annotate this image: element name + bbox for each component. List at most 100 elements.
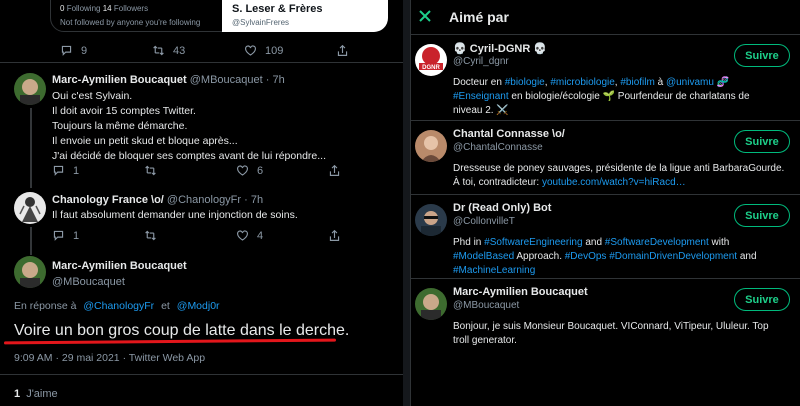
- thread-line: [30, 108, 32, 188]
- bio-link[interactable]: #ModelBased: [453, 251, 514, 262]
- retweet-button[interactable]: 43: [152, 44, 244, 57]
- thread-line: [30, 227, 32, 255]
- like-button[interactable]: 4: [236, 229, 328, 242]
- reply-button[interactable]: 1: [52, 164, 144, 177]
- bio-text: and: [582, 237, 605, 248]
- bio-text: en biologie/écologie 🌱 Pourfendeur de ch…: [508, 91, 750, 102]
- tweet-line: Oui c'est Sylvain.: [52, 90, 133, 102]
- heart-icon: [237, 230, 248, 241]
- bio-link[interactable]: youtube.com/watch?v=hiRacd…: [542, 177, 686, 188]
- divider: [411, 34, 800, 35]
- followers-count: 14: [102, 4, 112, 13]
- bio-link[interactable]: @univamu: [666, 77, 714, 88]
- close-icon[interactable]: [417, 8, 433, 24]
- tweet-author-name: Chanology France \o/: [52, 194, 164, 206]
- follow-button[interactable]: Suivre: [734, 288, 790, 311]
- follow-button[interactable]: Suivre: [734, 204, 790, 227]
- tweet-actions: 1 6: [52, 164, 358, 177]
- reply-count: 1: [73, 164, 80, 177]
- like-count: 109: [265, 44, 284, 57]
- reply-icon: [53, 165, 64, 176]
- divider: [0, 62, 403, 63]
- avatar[interactable]: [14, 192, 46, 224]
- bio-link[interactable]: #DomainDrivenDevelopment: [609, 251, 737, 262]
- user-bio: Bonjour, je suis Monsieur Boucaquet. VIC…: [453, 320, 789, 348]
- user-name[interactable]: Dr (Read Only) Bot: [453, 202, 551, 214]
- like-count: 6: [257, 164, 264, 177]
- dialog-header: Aimé par: [411, 0, 800, 36]
- mention-link[interactable]: @Modj0r: [177, 300, 220, 312]
- followers-label: Followers: [113, 4, 149, 13]
- user-bio: Dresseuse de poney sauvages, présidente …: [453, 162, 789, 190]
- tweet-body: Oui c'est Sylvain. Il doit avoir 15 comp…: [52, 89, 326, 164]
- bio-line: #Enseignant en biologie/écologie 🌱 Pourf…: [453, 90, 789, 104]
- share-button[interactable]: [328, 164, 358, 177]
- bio-line: Docteur en #biologie, #microbiologie, #b…: [453, 76, 789, 90]
- user-handle[interactable]: @MBoucaquet: [453, 300, 519, 311]
- likes-label: J'aime: [26, 388, 58, 400]
- profile-card-name: S. Leser & Frères: [232, 3, 323, 15]
- bio-text: troll generator.: [453, 335, 517, 346]
- bio-text: with: [708, 237, 730, 248]
- mention-link[interactable]: @ChanologyFr: [83, 300, 154, 312]
- bio-line: niveau 2. ⚔️: [453, 104, 789, 118]
- heart-icon: [245, 45, 256, 56]
- retweet-icon: [153, 45, 164, 56]
- bio-link[interactable]: #microbiologie: [550, 77, 614, 88]
- bio-link[interactable]: #SoftwareDevelopment: [605, 237, 709, 248]
- like-button[interactable]: 6: [236, 164, 328, 177]
- tweet-author[interactable]: Marc-Aymilien Boucaquet @MBoucaquet · 7h: [52, 74, 285, 86]
- bio-link[interactable]: #biofilm: [620, 77, 654, 88]
- bio-link[interactable]: #DevOps: [565, 251, 607, 262]
- tweet-author-name: Marc-Aymilien Boucaquet: [52, 74, 187, 86]
- follow-button[interactable]: Suivre: [734, 44, 790, 67]
- tweet-author[interactable]: Chanology France \o/ @ChanologyFr · 7h: [52, 194, 263, 206]
- bio-line: Bonjour, je suis Monsieur Boucaquet. VIC…: [453, 320, 789, 334]
- bio-text: à: [654, 77, 666, 88]
- bio-text: Bonjour, je suis Monsieur Boucaquet. VIC…: [453, 321, 769, 332]
- profile-card-handle: @SylvainFreres: [232, 18, 290, 27]
- user-name[interactable]: 💀 Cyril-DGNR 💀: [453, 42, 547, 55]
- likes-summary[interactable]: 1 J'aime: [14, 388, 58, 400]
- reply-button[interactable]: 1: [52, 229, 144, 242]
- tweet-body: Il faut absolument demander une injoncti…: [52, 208, 298, 223]
- reply-and: et: [161, 300, 170, 312]
- tweet-line: Il faut absolument demander une injoncti…: [52, 209, 298, 221]
- profile-card[interactable]: S. Leser & Frères @SylvainFreres: [222, 0, 388, 32]
- avatar[interactable]: [415, 204, 447, 236]
- user-name[interactable]: Marc-Aymilien Boucaquet: [453, 286, 588, 298]
- bio-text: Approach.: [514, 251, 565, 262]
- retweet-button[interactable]: [144, 164, 236, 177]
- share-icon: [329, 229, 340, 241]
- follow-button[interactable]: Suivre: [734, 130, 790, 153]
- bio-link[interactable]: #Enseignant: [453, 91, 509, 102]
- user-name[interactable]: Chantal Connasse \o/: [453, 128, 565, 140]
- reply-button[interactable]: 9: [60, 44, 152, 57]
- main-tweet-meta[interactable]: 9:09 AM · 29 mai 2021 · Twitter Web App: [14, 352, 205, 364]
- share-button[interactable]: [328, 229, 358, 242]
- like-button[interactable]: 109: [244, 44, 336, 57]
- avatar[interactable]: [14, 73, 46, 105]
- bio-link[interactable]: #SoftwareEngineering: [484, 237, 582, 248]
- like-count: 4: [257, 229, 264, 242]
- avatar[interactable]: DGNR: [415, 44, 447, 76]
- avatar[interactable]: [415, 130, 447, 162]
- share-button[interactable]: [336, 44, 366, 57]
- bio-text: Phd in: [453, 237, 485, 248]
- bio-text: niveau 2. ⚔️: [453, 105, 509, 116]
- user-handle[interactable]: @CollonvilleT: [453, 216, 515, 227]
- divider: [411, 120, 800, 121]
- reply-prefix: En réponse à: [14, 300, 77, 312]
- tweet-handle-time: @ChanologyFr · 7h: [166, 194, 264, 206]
- bio-link[interactable]: #MachineLearning: [453, 265, 535, 276]
- bio-link[interactable]: #biologie: [505, 77, 545, 88]
- main-tweet-author-name[interactable]: Marc-Aymilien Boucaquet: [52, 260, 187, 272]
- likes-count: 1: [14, 388, 21, 400]
- user-handle[interactable]: @ChantalConnasse: [453, 142, 543, 153]
- divider: [411, 278, 800, 279]
- user-handle[interactable]: @Cyril_dgnr: [453, 56, 509, 67]
- main-tweet-handle[interactable]: @MBoucaquet: [52, 276, 125, 288]
- retweet-button[interactable]: [144, 229, 236, 242]
- avatar[interactable]: [415, 288, 447, 320]
- avatar[interactable]: [14, 256, 46, 288]
